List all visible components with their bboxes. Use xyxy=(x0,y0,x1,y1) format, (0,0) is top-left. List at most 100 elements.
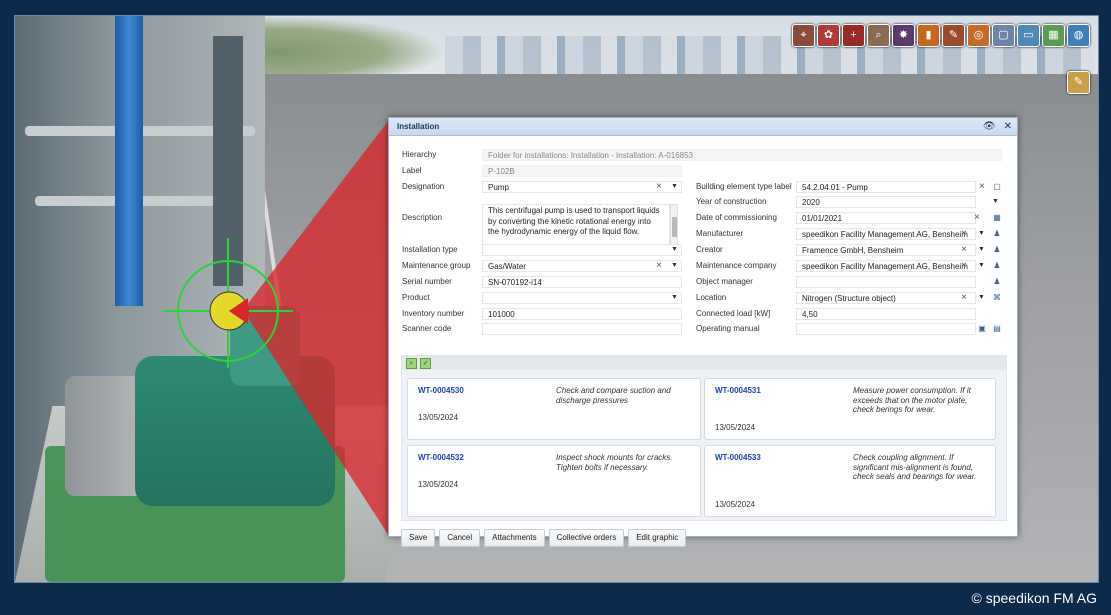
field-label-input: P-102B xyxy=(482,165,682,177)
field-creator-input[interactable]: Framence GmbH, Bensheim xyxy=(796,244,976,256)
clear-icon[interactable]: × xyxy=(656,181,662,193)
field-maintenance-group-input[interactable]: Gas/Water xyxy=(482,260,682,272)
target-icon[interactable]: ◎ xyxy=(967,24,990,47)
sign-icon[interactable]: ✎ xyxy=(942,24,965,47)
chevron-down-icon[interactable]: ▼ xyxy=(671,292,678,304)
clear-icon[interactable]: × xyxy=(656,260,662,272)
field-label: Date of commissioning xyxy=(696,213,777,222)
ar-viewport[interactable]: ⌖ ✿ + ⌕ ✸ ▮ ✎ ◎ ▢ ▭ ▦ ◍ ✎ Installation 👁 ✕ Hierarch… xyxy=(14,15,1099,583)
chevron-down-icon[interactable]: ▼ xyxy=(978,228,985,240)
blue-pillar xyxy=(115,16,143,306)
field-label: Location xyxy=(696,293,727,302)
person-icon[interactable]: ♟ xyxy=(992,277,1002,287)
hierarchy-icon[interactable]: ⌘ xyxy=(992,293,1002,303)
field-year-of-construction-input[interactable]: 2020 xyxy=(796,196,976,208)
field-date-of-commissioning-input[interactable]: 01/01/2021 xyxy=(796,212,976,224)
map-icon[interactable]: ▦ xyxy=(1042,24,1065,47)
magnifier-icon[interactable]: ⌕ xyxy=(867,24,890,47)
clear-icon[interactable]: × xyxy=(961,244,967,256)
field-object-manager-input[interactable] xyxy=(796,276,976,288)
task-description: Check coupling alignment. If significant… xyxy=(853,453,977,481)
crosshair-icon[interactable]: + xyxy=(842,24,865,47)
window-icon[interactable]: ▢ xyxy=(992,182,1002,192)
clear-icon[interactable]: × xyxy=(979,181,985,193)
field-operating-manual-input[interactable] xyxy=(796,323,976,335)
edit-icon[interactable]: ✎ xyxy=(1067,71,1090,94)
field-manufacturer-input[interactable]: speedikon Facility Management AG, Benshe… xyxy=(796,228,976,240)
task-id-link[interactable]: WT-0004531 xyxy=(715,386,761,395)
square-icon[interactable]: ▢ xyxy=(992,24,1015,47)
field-label: Creator xyxy=(696,245,723,254)
clear-icon[interactable]: × xyxy=(961,260,967,272)
save-button[interactable]: Save xyxy=(401,529,436,547)
calendar-icon[interactable]: ▦ xyxy=(992,213,1002,223)
landscape-icon[interactable]: ▭ xyxy=(1017,24,1040,47)
task-id-link[interactable]: WT-0004532 xyxy=(418,453,464,462)
chevron-down-icon[interactable]: ▼ xyxy=(671,244,678,256)
eye-icon[interactable]: 👁 xyxy=(983,121,996,132)
task-card[interactable]: WT-0004532 13/05/2024 Inspect shock mounts… xyxy=(407,445,701,517)
edit-graphic-button[interactable]: Edit graphic xyxy=(628,529,687,547)
person-icon[interactable]: ♟ xyxy=(992,229,1002,239)
field-label: Description xyxy=(402,213,443,222)
flower-icon[interactable]: ✿ xyxy=(817,24,840,47)
field-label: Scanner code xyxy=(402,324,452,333)
field-maintenance-company-input[interactable]: speedikon Facility Management AG, Benshe… xyxy=(796,260,976,272)
person-icon[interactable]: ♟ xyxy=(992,261,1002,271)
field-connected-load-kw--input[interactable]: 4,50 xyxy=(796,308,976,320)
field-location-input[interactable]: Nitrogen (Structure object) xyxy=(796,292,976,304)
chart-icon[interactable]: ▮ xyxy=(917,24,940,47)
target-reticle-icon[interactable] xyxy=(163,238,293,368)
task-id-link[interactable]: WT-0004530 xyxy=(418,386,464,395)
close-icon[interactable]: ✕ xyxy=(1004,121,1012,132)
chevron-down-icon[interactable]: ▼ xyxy=(671,181,678,193)
task-card[interactable]: WT-0004530 13/05/2024 Check and compare su… xyxy=(407,378,701,440)
person-icon[interactable]: ♟ xyxy=(992,245,1002,255)
field-label: Installation type xyxy=(402,245,458,254)
globe-icon[interactable]: ◍ xyxy=(1067,24,1090,47)
task-card[interactable]: WT-0004531 13/05/2024 Measure power consum… xyxy=(704,378,996,440)
map-pin-icon[interactable]: ⌖ xyxy=(792,24,815,47)
field-label: Designation xyxy=(402,182,445,191)
check-icon[interactable]: ✓ xyxy=(420,357,431,369)
field-scanner-code-input[interactable] xyxy=(482,323,682,335)
task-description: Check and compare suction and discharge … xyxy=(556,386,671,405)
task-description: Inspect shock mounts for cracks. Tighten… xyxy=(556,453,673,472)
clear-icon[interactable]: × xyxy=(974,212,980,224)
clear-icon[interactable]: × xyxy=(961,228,967,240)
chevron-down-icon[interactable]: ▼ xyxy=(671,260,678,272)
field-label: Manufacturer xyxy=(696,229,744,238)
bomb-icon[interactable]: ✸ xyxy=(892,24,915,47)
field-label: Inventory number xyxy=(402,309,465,318)
tasks-toolbar: ⌕ ✓ xyxy=(402,356,1006,370)
field-installation-type-input[interactable] xyxy=(482,244,682,256)
dialog-buttons: Save Cancel Attachments Collective order… xyxy=(401,529,687,547)
task-date: 13/05/2024 xyxy=(418,480,459,489)
collective-orders-button[interactable]: Collective orders xyxy=(548,529,625,547)
chevron-down-icon[interactable]: ▼ xyxy=(978,292,985,304)
copyright: © speedikon FM AG xyxy=(971,590,1097,606)
field-label: Serial number xyxy=(402,277,452,286)
field-inventory-number-input[interactable]: 101000 xyxy=(482,308,682,320)
scroll-thumb[interactable] xyxy=(672,217,677,237)
cancel-button[interactable]: Cancel xyxy=(439,529,481,547)
attach-file-icon[interactable]: ▤ xyxy=(992,324,1002,334)
task-card[interactable]: WT-0004533 13/05/2024 Check coupling align… xyxy=(704,445,996,517)
task-id-link[interactable]: WT-0004533 xyxy=(715,453,761,462)
field-label: Connected load [kW] xyxy=(696,309,771,318)
clear-icon[interactable]: × xyxy=(961,292,967,304)
open-file-icon[interactable]: ▣ xyxy=(977,324,987,334)
task-date: 13/05/2024 xyxy=(418,413,459,422)
field-label: Maintenance group xyxy=(402,261,471,270)
field-building-element-type-label-input[interactable]: 54.2.04.01 - Pump xyxy=(796,181,976,193)
field-designation-input[interactable]: Pump xyxy=(482,181,682,193)
field-product-input[interactable] xyxy=(482,292,682,304)
chevron-down-icon[interactable]: ▼ xyxy=(978,260,985,272)
field-serial-number-input[interactable]: SN-070192-i14 xyxy=(482,276,682,288)
field-label: Object manager xyxy=(696,277,753,286)
chevron-down-icon[interactable]: ▼ xyxy=(978,244,985,256)
chevron-down-icon[interactable]: ▼ xyxy=(992,196,999,208)
field-hierarchy-input: Folder for installations: Installation -… xyxy=(482,149,1002,161)
attachments-button[interactable]: Attachments xyxy=(484,529,545,547)
search-icon[interactable]: ⌕ xyxy=(406,357,417,369)
